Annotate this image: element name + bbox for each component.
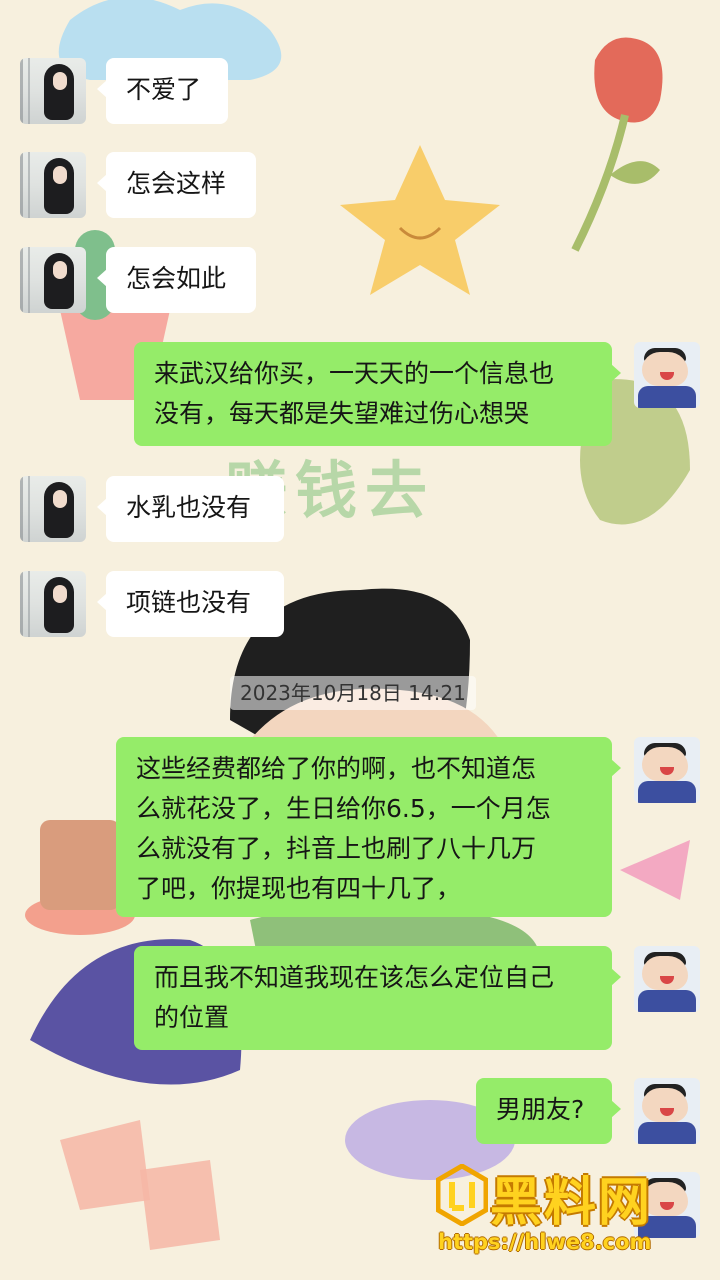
message-bubble-incoming[interactable]: 怎会这样 — [97, 152, 256, 218]
message-text-line: 了吧，你提现也有四十几了， — [136, 874, 462, 903]
message-bubble-incoming[interactable]: 项链也没有 — [97, 571, 284, 637]
site-watermark: 黑料网 https://hlwe8.com — [430, 1160, 706, 1260]
chat-thread: 不爱了 怎会这样 怎会如此 来武汉给你买，一天天的一个信息也 没有，每天都是失望… — [0, 0, 720, 1280]
watermark-title: 黑料网 — [490, 1173, 653, 1233]
message-bubble-outgoing[interactable]: 这些经费都给了你的啊，也不知道怎 么就花没了，生日给你6.5，一个月怎 么就没有… — [116, 737, 621, 917]
message-text: 水乳也没有 — [126, 493, 252, 522]
user-avatar[interactable] — [634, 342, 700, 408]
message-text-line: 这些经费都给了你的啊，也不知道怎 — [136, 754, 537, 783]
message-bubble-incoming[interactable]: 不爱了 — [97, 58, 228, 124]
message-bubble-outgoing[interactable]: 来武汉给你买，一天天的一个信息也 没有，每天都是失望难过伤心想哭 — [134, 342, 621, 446]
user-avatar[interactable] — [634, 946, 700, 1012]
user-avatar[interactable] — [634, 737, 700, 803]
message-text: 项链也没有 — [126, 588, 252, 617]
message-bubble-outgoing[interactable]: 而且我不知道我现在该怎么定位自己 的位置 — [134, 946, 621, 1050]
contact-avatar[interactable] — [20, 58, 86, 124]
message-text-line: 的位置 — [154, 1003, 230, 1032]
message-text-line: 么就没有了，抖音上也刷了八十几万 — [136, 834, 537, 863]
message-text-line: 而且我不知道我现在该怎么定位自己 — [154, 963, 555, 992]
contact-avatar[interactable] — [20, 152, 86, 218]
message-text: 不爱了 — [126, 75, 202, 104]
message-text-line: 来武汉给你买，一天天的一个信息也 — [154, 359, 555, 388]
message-text: 男朋友? — [496, 1095, 585, 1124]
message-bubble-outgoing[interactable]: 男朋友? — [476, 1078, 621, 1144]
contact-avatar[interactable] — [20, 571, 86, 637]
contact-avatar[interactable] — [20, 476, 86, 542]
message-text-line: 么就花没了，生日给你6.5，一个月怎 — [136, 794, 551, 823]
message-text-line: 没有，每天都是失望难过伤心想哭 — [154, 399, 530, 428]
message-bubble-incoming[interactable]: 怎会如此 — [97, 247, 256, 313]
user-avatar[interactable] — [634, 1078, 700, 1144]
message-timestamp: 2023年10月18日 14:21 — [230, 676, 476, 710]
watermark-logo-icon — [436, 1164, 488, 1226]
message-text: 怎会如此 — [126, 264, 227, 293]
watermark-url: https://hlwe8.com — [438, 1230, 652, 1254]
message-text: 怎会这样 — [126, 169, 227, 198]
contact-avatar[interactable] — [20, 247, 86, 313]
message-bubble-incoming[interactable]: 水乳也没有 — [97, 476, 284, 542]
